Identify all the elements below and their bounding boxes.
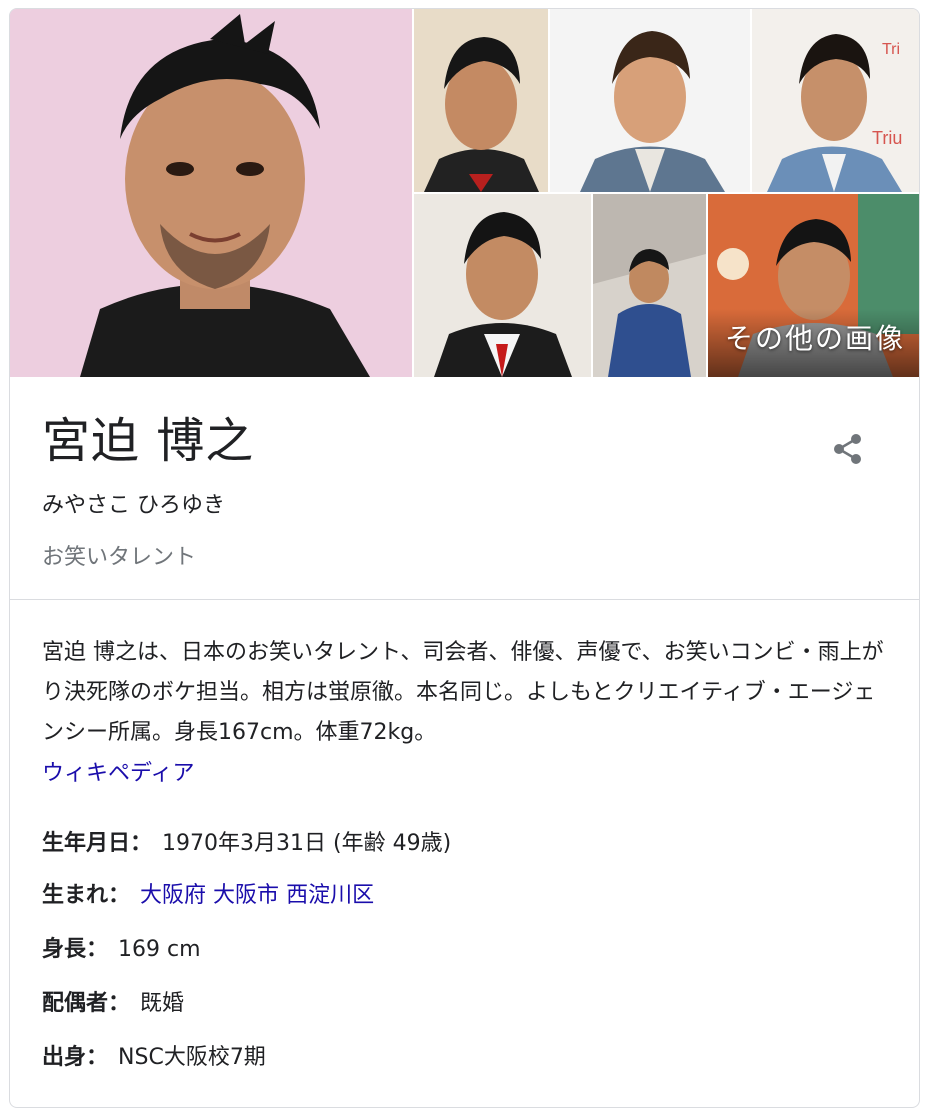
fact-row-height: 身長： 169 cm	[42, 931, 201, 963]
wikipedia-link[interactable]: ウィキペディア	[42, 755, 194, 787]
fact-value: 既婚	[140, 991, 185, 1016]
place-link-prefecture[interactable]: 大阪府	[140, 883, 206, 908]
section-divider	[10, 599, 919, 600]
share-icon	[834, 434, 861, 464]
place-link-ward[interactable]: 西淀川区	[286, 883, 374, 908]
entity-description: 宮迫 博之は、日本のお笑いタレント、司会者、俳優、声優で、お笑いコンビ・雨上がり…	[42, 640, 884, 745]
fact-value: 169 cm	[118, 937, 201, 962]
entity-subtitle: お笑いタレント	[42, 545, 197, 570]
fact-row-birth: 生年月日： 1970年3月31日 (年齢 49歳)	[42, 825, 451, 857]
photo-thumbnail-3[interactable]: Triu Tri	[752, 9, 919, 192]
photo-thumbnail-5[interactable]	[593, 194, 706, 377]
share-button[interactable]	[826, 427, 870, 471]
fact-label: 出身	[42, 1045, 87, 1070]
photo-thumbnail-1[interactable]	[414, 9, 548, 192]
fact-separator: ：	[108, 991, 131, 1016]
fact-row-born: 生まれ： 大阪府 大阪市 西淀川区	[42, 877, 374, 909]
fact-label: 配偶者	[42, 991, 109, 1016]
place-link-city[interactable]: 大阪市	[213, 883, 279, 908]
person-photo-icon	[414, 194, 591, 377]
svg-text:Tri: Tri	[882, 41, 900, 58]
more-images-link[interactable]: その他の画像	[725, 317, 905, 357]
knowledge-panel: Triu Tri その他の画像 宮迫 博之 みやさこ ひろゆき お笑いタレント …	[9, 8, 920, 1108]
fact-separator: ：	[86, 937, 109, 962]
person-photo-icon	[550, 9, 750, 192]
person-photo-icon	[414, 9, 548, 192]
fact-label: 生年月日	[42, 831, 131, 856]
photo-thumbnail-2[interactable]	[550, 9, 750, 192]
fact-value: 1970年3月31日 (年齢 49歳)	[162, 831, 452, 856]
fact-row-origin: 出身： NSC大阪校7期	[42, 1039, 266, 1071]
fact-separator: ：	[130, 831, 153, 856]
fact-separator: ：	[86, 1045, 109, 1070]
svg-text:Triu: Triu	[872, 128, 902, 148]
main-photo[interactable]	[10, 9, 412, 377]
person-photo-icon	[10, 9, 412, 377]
fact-row-spouse: 配偶者： 既婚	[42, 985, 184, 1017]
fact-label: 身長	[42, 937, 87, 962]
person-photo-icon	[593, 194, 706, 377]
person-photo-icon: Triu Tri	[752, 9, 919, 192]
entity-reading: みやさこ ひろゆき	[42, 493, 225, 518]
fact-label: 生まれ	[42, 883, 109, 908]
photo-thumbnail-4[interactable]	[414, 194, 591, 377]
photo-thumbnail-6[interactable]: その他の画像	[708, 194, 919, 377]
fact-value: NSC大阪校7期	[118, 1045, 266, 1070]
fact-separator: ：	[108, 883, 131, 908]
entity-title: 宮迫 博之	[42, 413, 255, 469]
